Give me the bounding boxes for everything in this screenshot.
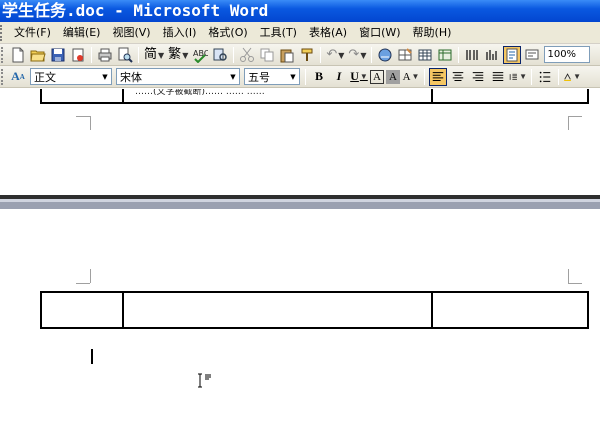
menu-tools[interactable]: 工具(T) xyxy=(254,22,303,44)
research-icon[interactable] xyxy=(211,46,229,64)
font-value: 宋体 xyxy=(120,70,142,84)
insert-excel-icon[interactable] xyxy=(436,46,454,64)
menu-insert[interactable]: 插入(I) xyxy=(157,22,203,44)
size-value: 五号 xyxy=(248,70,270,84)
margin-corner-mark xyxy=(90,116,91,130)
toolbar-separator xyxy=(458,46,460,63)
undo-icon[interactable]: ↶▼ xyxy=(324,46,346,64)
margin-corner-mark xyxy=(568,283,582,284)
chevron-down-icon[interactable]: ▼ xyxy=(99,69,111,84)
truncated-cell-text: ……(文字被截断)…… …… …… xyxy=(135,89,265,97)
table-border xyxy=(40,89,42,103)
toolbar-grip[interactable] xyxy=(1,46,5,63)
toolbar-separator xyxy=(138,46,139,63)
justify-icon[interactable] xyxy=(489,68,507,86)
page-break-separator xyxy=(0,195,600,209)
margin-corner-mark xyxy=(568,269,569,283)
style-value: 正文 xyxy=(34,70,56,84)
svg-text:ABC: ABC xyxy=(193,49,208,58)
menu-window[interactable]: 窗口(W) xyxy=(353,22,406,44)
window-title-bar[interactable]: 学生任务.doc - Microsoft Word xyxy=(0,0,600,22)
toolbar-separator xyxy=(558,68,559,85)
toolbar-separator xyxy=(531,68,532,85)
zoom-combobox[interactable]: 100% xyxy=(544,46,591,63)
table-border xyxy=(122,291,124,329)
ibeam-cursor-icon xyxy=(196,372,214,393)
insert-table-icon[interactable] xyxy=(416,46,434,64)
align-right-icon[interactable] xyxy=(469,68,487,86)
toolbar-separator xyxy=(305,68,306,85)
margin-corner-mark xyxy=(568,116,569,130)
style-combobox[interactable]: 正文 ▼ xyxy=(30,68,112,85)
new-icon[interactable] xyxy=(9,46,27,64)
spelling-icon[interactable]: ABC xyxy=(191,46,209,64)
copy-icon[interactable] xyxy=(258,46,276,64)
menu-format[interactable]: 格式(O) xyxy=(202,22,253,44)
character-shading-button[interactable]: A xyxy=(386,69,400,84)
table-border xyxy=(40,291,42,329)
table-border xyxy=(587,291,589,329)
table-border xyxy=(431,89,433,103)
chevron-down-icon[interactable]: ▼ xyxy=(287,69,299,84)
menu-bar: 文件(F) 编辑(E) 视图(V) 插入(I) 格式(O) 工具(T) 表格(A… xyxy=(0,22,600,44)
table-border xyxy=(122,89,124,103)
print-preview-icon[interactable] xyxy=(116,46,134,64)
redo-icon[interactable]: ↷▼ xyxy=(346,46,368,64)
menu-view[interactable]: 视图(V) xyxy=(106,22,156,44)
bullets-icon[interactable] xyxy=(536,68,554,86)
font-color-icon[interactable]: ▼ xyxy=(563,68,581,86)
toolbar-separator xyxy=(424,68,425,85)
menu-file[interactable]: 文件(F) xyxy=(8,22,57,44)
table-border xyxy=(40,102,589,104)
menu-help[interactable]: 帮助(H) xyxy=(407,22,458,44)
character-border-button[interactable]: A xyxy=(370,69,384,84)
toolbar-separator xyxy=(233,46,235,63)
show-hide-icon[interactable] xyxy=(523,46,541,64)
bold-button[interactable]: B xyxy=(310,68,328,86)
document-area[interactable]: ……(文字被截断)…… …… …… xyxy=(0,89,600,429)
drawing-icon[interactable] xyxy=(483,46,501,64)
font-combobox[interactable]: 宋体 ▼ xyxy=(116,68,240,85)
toolbar-separator xyxy=(371,46,373,63)
underline-button[interactable]: U ▼ xyxy=(350,68,368,86)
permission-icon[interactable] xyxy=(69,46,87,64)
document-map-icon[interactable] xyxy=(503,45,522,64)
print-icon[interactable] xyxy=(96,46,114,64)
hyperlink-icon[interactable] xyxy=(376,46,394,64)
text-caret xyxy=(91,349,93,364)
table-border xyxy=(587,89,589,103)
styles-formatting-icon[interactable]: AA xyxy=(9,68,27,86)
columns-icon[interactable] xyxy=(463,46,481,64)
window-title: 学生任务.doc - Microsoft Word xyxy=(2,1,269,20)
toolbar-separator xyxy=(91,46,92,63)
margin-corner-mark xyxy=(76,283,90,284)
align-center-icon[interactable] xyxy=(449,68,467,86)
format-painter-icon[interactable] xyxy=(298,46,316,64)
save-icon[interactable] xyxy=(49,46,67,64)
menu-edit[interactable]: 编辑(E) xyxy=(57,22,107,44)
simplified-chinese-icon[interactable]: 简▼ xyxy=(142,46,166,64)
margin-corner-mark xyxy=(90,269,91,283)
margin-corner-mark xyxy=(568,116,582,117)
standard-toolbar: 简▼ 繁▼ ABC ↶▼ ↷▼ 100% xyxy=(0,44,600,66)
align-left-icon[interactable] xyxy=(429,67,447,86)
table-border xyxy=(431,291,433,329)
toolbar-separator xyxy=(320,46,322,63)
chevron-down-icon[interactable]: ▼ xyxy=(227,69,239,84)
margin-corner-mark xyxy=(76,116,90,117)
line-spacing-icon[interactable]: ▼ xyxy=(509,68,527,86)
highlight-button[interactable]: A ▼ xyxy=(402,68,420,86)
formatting-toolbar: AA 正文 ▼ 宋体 ▼ 五号 ▼ B I U ▼ A A A ▼ ▼ ▼ xyxy=(0,66,600,88)
menu-table[interactable]: 表格(A) xyxy=(303,22,353,44)
italic-button[interactable]: I xyxy=(330,68,348,86)
paste-icon[interactable] xyxy=(278,46,296,64)
menu-bar-grip[interactable] xyxy=(0,24,6,41)
open-icon[interactable] xyxy=(29,46,47,64)
tables-borders-icon[interactable] xyxy=(396,46,414,64)
size-combobox[interactable]: 五号 ▼ xyxy=(244,68,300,85)
toolbar-grip[interactable] xyxy=(1,68,5,85)
cut-icon[interactable] xyxy=(238,46,256,64)
traditional-chinese-icon[interactable]: 繁▼ xyxy=(166,46,190,64)
